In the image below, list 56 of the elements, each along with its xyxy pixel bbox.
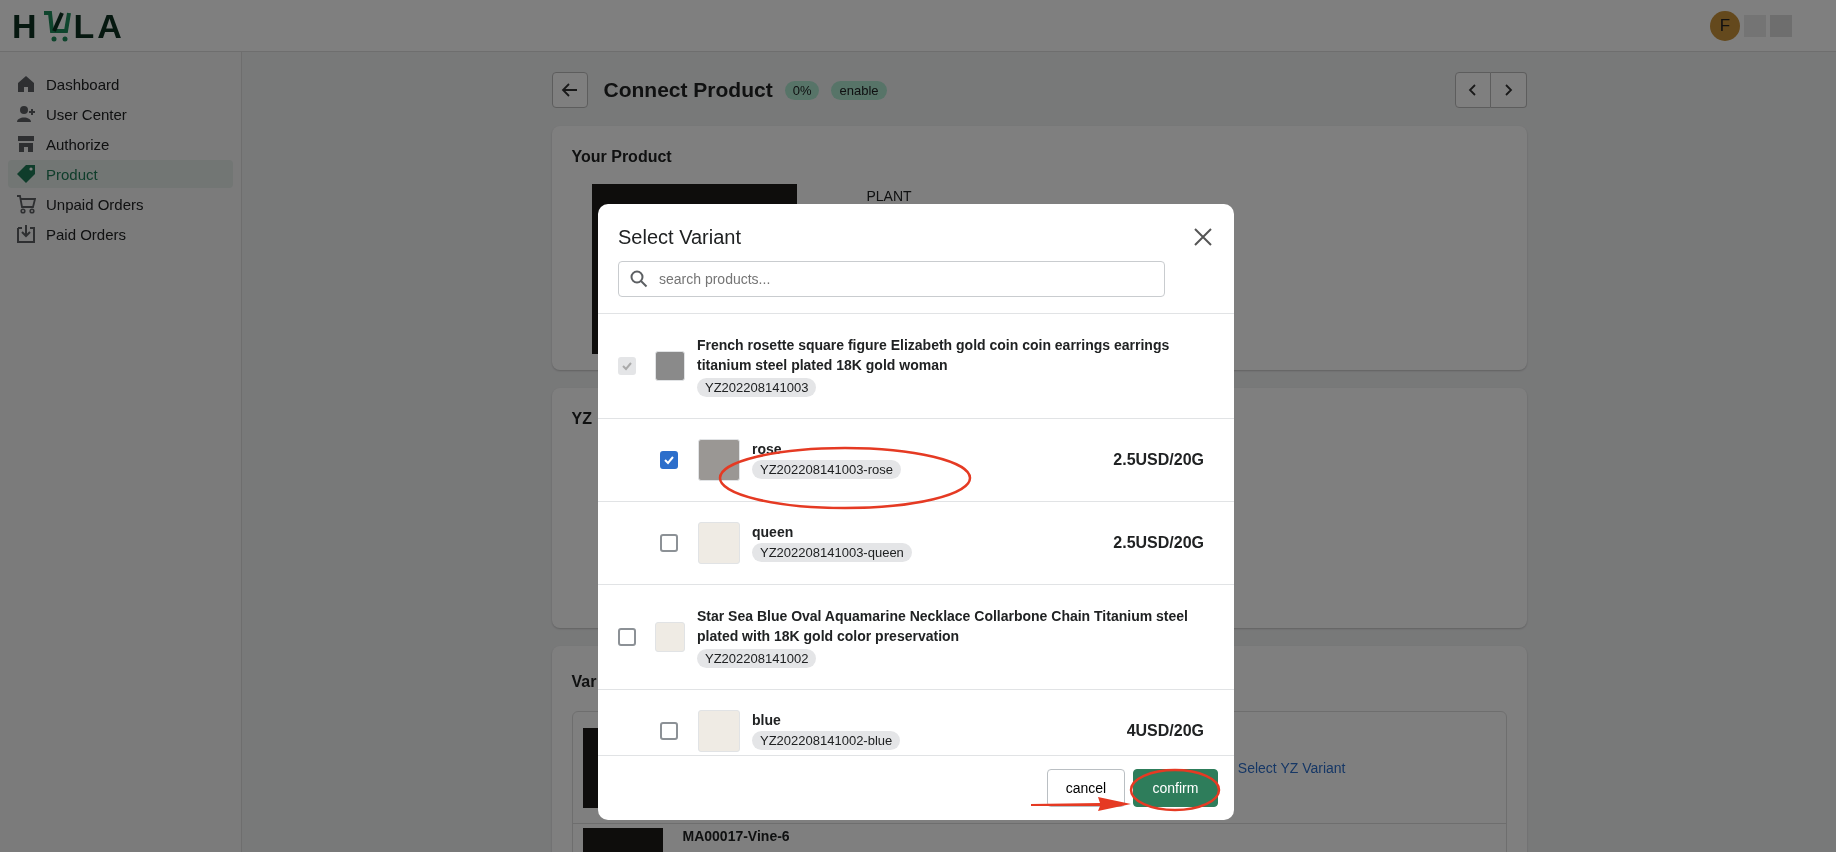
store-icon xyxy=(16,134,36,154)
variant-name: MA00017-Vine-6 xyxy=(682,828,790,844)
variant-title: queen xyxy=(752,524,794,540)
sidebar-item[interactable]: Unpaid Orders xyxy=(8,190,233,218)
tag-icon xyxy=(16,164,36,184)
close-icon xyxy=(1192,226,1214,248)
cart-logo-icon xyxy=(41,8,72,43)
sku-tag: YZ202208141003-rose xyxy=(752,460,901,479)
close-button[interactable] xyxy=(1192,226,1214,248)
product-thumbnail xyxy=(655,351,685,381)
check-icon xyxy=(621,360,633,372)
product-thumbnail xyxy=(655,622,685,652)
card-title: YZ xyxy=(571,410,592,428)
variant-thumbnail xyxy=(698,710,740,752)
variant-price: 4USD/20G xyxy=(1126,722,1204,740)
status-badge: enable xyxy=(831,80,887,100)
sidebar-item[interactable]: Dashboard xyxy=(8,70,233,98)
check-icon xyxy=(663,454,675,466)
user-plus-icon xyxy=(16,104,36,124)
page-title: Connect Product xyxy=(603,78,773,102)
variant-thumbnail xyxy=(698,522,740,564)
sidebar-item[interactable]: Paid Orders xyxy=(8,220,233,248)
next-button[interactable] xyxy=(1490,72,1527,108)
select-variant-link[interactable]: Select YZ Variant xyxy=(1237,759,1346,776)
sku-tag: YZ202208141002-blue xyxy=(752,731,901,750)
checkbox[interactable] xyxy=(660,451,678,469)
arrow-left-icon xyxy=(560,81,579,99)
cart-icon xyxy=(16,194,36,214)
variant-price: 2.5USD/20G xyxy=(1113,451,1204,469)
logo-text: LA xyxy=(73,8,125,43)
card-title: Your Product xyxy=(571,148,672,166)
sku-tag: YZ202208141002 xyxy=(697,649,817,668)
sku-tag: YZ202208141003 xyxy=(697,378,817,397)
home-icon xyxy=(16,74,36,94)
card-title: Var xyxy=(571,673,597,691)
variant-title: blue xyxy=(752,712,781,728)
status-badge: 0% xyxy=(784,80,820,100)
previous-button[interactable] xyxy=(1454,72,1491,108)
product-title: French rosette square figure Elizabeth gold coin coin earrings earrings titanium steel plated 18K gold woman xyxy=(697,336,1171,375)
variant-thumbnail xyxy=(698,439,740,481)
search-icon xyxy=(630,270,648,288)
back-button[interactable] xyxy=(551,72,588,108)
sidebar-item[interactable]: Authorize xyxy=(8,130,233,158)
checkbox[interactable] xyxy=(660,722,678,740)
logo-text: H xyxy=(12,8,40,43)
variant-price: 2.5USD/20G xyxy=(1113,534,1204,552)
download-icon xyxy=(16,224,36,244)
dialog-title: Select Variant xyxy=(618,226,742,249)
product-name: PLANT xyxy=(866,188,912,204)
sidebar-item[interactable]: Product xyxy=(8,160,233,188)
sidebar-item[interactable]: User Center xyxy=(8,100,233,128)
sku-tag: YZ202208141003-queen xyxy=(752,543,912,562)
checkbox[interactable] xyxy=(660,534,678,552)
search-field[interactable]: search products... xyxy=(618,261,1165,297)
product-title: Star Sea Blue Oval Aquamarine Necklace Collarbone Chain Titanium steel plated with 18K gold color preservation xyxy=(697,607,1189,646)
checkbox[interactable] xyxy=(618,628,636,646)
